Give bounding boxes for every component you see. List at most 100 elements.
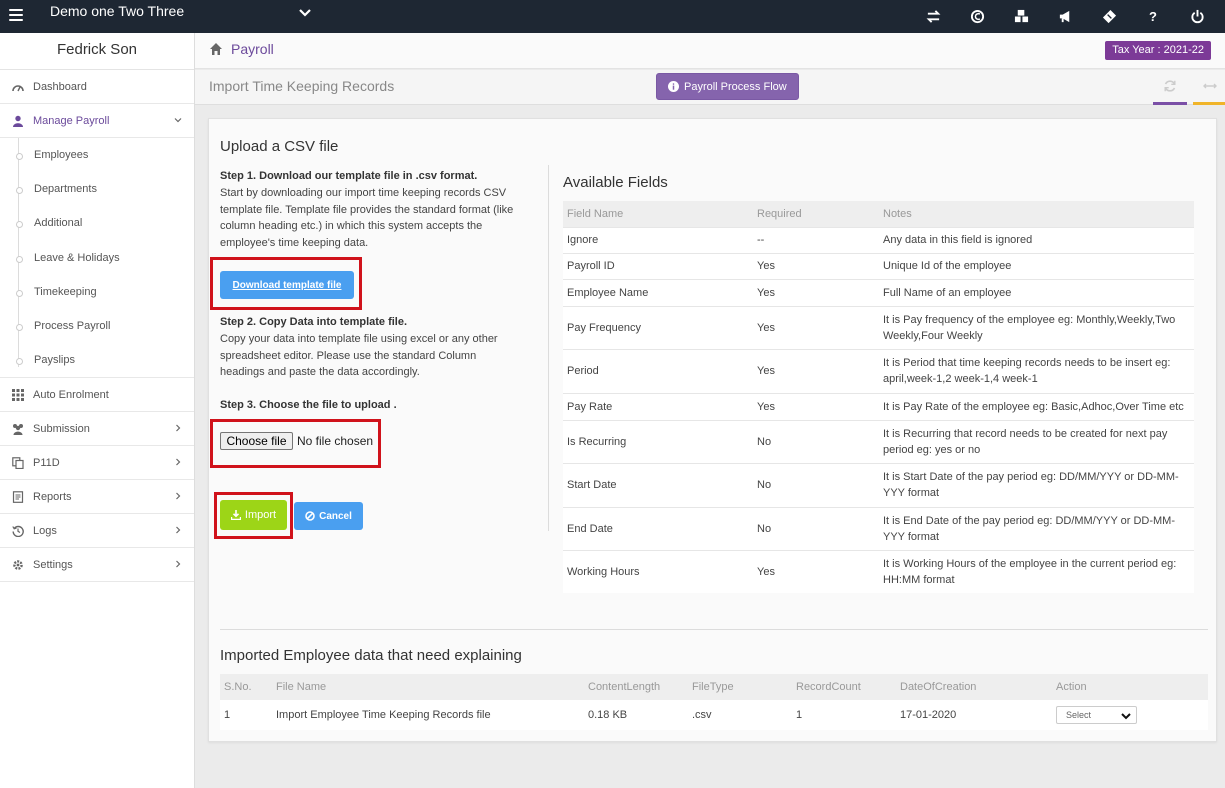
field-required: No — [753, 419, 879, 463]
table-row: Pay Frequency Yes It is Pay frequency of t… — [563, 305, 1194, 349]
chevron-right-icon — [176, 560, 181, 568]
info-icon — [668, 81, 679, 92]
power-icon[interactable] — [1175, 0, 1219, 33]
help-icon[interactable]: ? — [1131, 0, 1175, 33]
user-icon — [11, 114, 25, 127]
field-required: Yes — [753, 348, 879, 393]
cell-record-count: 1 — [792, 700, 896, 730]
field-required: Yes — [753, 549, 879, 593]
choose-file-button[interactable]: Choose file — [220, 432, 293, 450]
sidebar-sub-item-payslips[interactable]: Payslips — [0, 343, 194, 377]
table-row: Pay Rate Yes It is Pay Rate of the employe… — [563, 392, 1194, 420]
sidebar-item-reports[interactable]: Reports — [0, 480, 194, 515]
sidebar-item-manage-payroll[interactable]: Manage Payroll — [0, 104, 194, 138]
import-button[interactable]: Import — [220, 500, 287, 530]
field-notes: It is Period that time keeping records n… — [879, 348, 1194, 393]
sidebar-item-auto-enrolment[interactable]: Auto Enrolment — [0, 378, 194, 413]
sidebar-sub-item-departments[interactable]: Departments — [0, 172, 194, 206]
table-row: Is Recurring No It is Recurring that recor… — [563, 419, 1194, 463]
sidebar-item-label: Settings — [33, 558, 73, 571]
sidebar-item-p11d[interactable]: P11D — [0, 446, 194, 481]
field-name: Payroll ID — [563, 252, 753, 279]
field-name: Working Hours — [563, 549, 753, 593]
sidebar-item-settings[interactable]: Settings — [0, 548, 194, 583]
report-icon — [11, 490, 25, 503]
company-name[interactable]: Demo one Two Three — [50, 3, 184, 19]
cubes-icon[interactable] — [999, 0, 1043, 33]
field-name: Period — [563, 348, 753, 393]
field-required: Yes — [753, 305, 879, 349]
chevron-down-icon[interactable] — [298, 5, 312, 19]
field-name: Pay Rate — [563, 392, 753, 420]
column-header: Action — [1052, 674, 1208, 700]
hamburger-menu-icon[interactable] — [9, 9, 23, 21]
copy-icon — [11, 456, 25, 469]
imported-data-table: S.No. File Name ContentLength FileType R… — [220, 674, 1208, 730]
sidebar-item-label: Auto Enrolment — [33, 388, 109, 401]
chevron-right-icon — [176, 492, 181, 500]
cell-file-type: .csv — [688, 700, 792, 730]
sidebar-item-dashboard[interactable]: Dashboard — [0, 70, 194, 104]
payroll-process-flow-button[interactable]: Payroll Process Flow — [656, 73, 799, 100]
step3-title: Step 3. Choose the file to upload . — [220, 399, 397, 411]
import-card: Upload a CSV file Step 1. Download our t… — [208, 118, 1217, 742]
refresh-tab[interactable] — [1153, 70, 1187, 105]
sidebar-item-label: Dashboard — [33, 80, 87, 93]
action-select[interactable]: Select — [1056, 706, 1137, 724]
sidebar-item-label: Submission — [33, 422, 90, 435]
field-notes: It is Start Date of the pay period eg: D… — [879, 462, 1194, 507]
cell-content-length: 0.18 KB — [584, 700, 688, 730]
column-header: FileType — [688, 674, 792, 700]
dashboard-icon — [11, 80, 25, 93]
ticket-icon[interactable] — [1087, 0, 1131, 33]
megaphone-icon[interactable] — [1043, 0, 1087, 33]
step2-title: Step 2. Copy Data into template file. — [220, 316, 408, 328]
arrows-horizontal-icon — [1203, 83, 1217, 89]
title-bar: Import Time Keeping Records Payroll Proc… — [195, 70, 1225, 105]
transfer-icon[interactable] — [911, 0, 955, 33]
table-row: Working Hours Yes It is Working Hours of t… — [563, 549, 1194, 593]
field-notes: It is Pay frequency of the employee eg: … — [879, 305, 1194, 349]
field-notes: Full Name of an employee — [879, 278, 1194, 306]
sidebar-item-label: P11D — [33, 456, 60, 469]
history-icon — [11, 524, 25, 537]
sidebar-sub-item-employees[interactable]: Employees — [0, 138, 194, 172]
download-template-button[interactable]: Download template file — [220, 271, 354, 299]
chevron-right-icon — [176, 458, 181, 466]
sidebar-item-logs[interactable]: Logs — [0, 514, 194, 549]
sidebar-sub-item-timekeeping[interactable]: Timekeeping — [0, 275, 194, 309]
step1-text: Start by downloading our import time kee… — [220, 187, 514, 249]
sidebar-sub-item-process-payroll[interactable]: Process Payroll — [0, 309, 194, 343]
cell-date-of-creation: 17-01-2020 — [896, 700, 1052, 730]
field-notes: It is Working Hours of the employee in t… — [879, 549, 1194, 593]
field-required: No — [753, 462, 879, 507]
field-required: Yes — [753, 252, 879, 279]
table-row: Employee Name Yes Full Name of an employee — [563, 278, 1194, 306]
gear-icon — [11, 558, 25, 571]
chevron-down-icon — [1121, 713, 1131, 720]
cancel-button[interactable]: Cancel — [294, 502, 363, 530]
home-icon[interactable] — [209, 42, 223, 56]
column-header: Required — [753, 201, 879, 227]
upload-section-title: Upload a CSV file — [220, 138, 339, 155]
table-row: End Date No It is End Date of the pay peri… — [563, 506, 1194, 550]
column-divider — [548, 165, 549, 531]
field-required: No — [753, 506, 879, 550]
field-name: Ignore — [563, 226, 753, 253]
expand-tab[interactable] — [1193, 70, 1225, 105]
users-icon — [11, 422, 25, 435]
cell-sno: 1 — [220, 700, 272, 730]
available-fields-table: Field Name Required Notes Ignore -- Any da… — [563, 201, 1194, 593]
breadcrumb[interactable]: Payroll — [231, 41, 274, 57]
currency-icon[interactable] — [955, 0, 999, 33]
field-required: Yes — [753, 392, 879, 420]
sidebar-item-submission[interactable]: Submission — [0, 412, 194, 447]
sidebar-sub-item-leave-holidays[interactable]: Leave & Holidays — [0, 241, 194, 275]
column-header: S.No. — [220, 674, 272, 700]
step1-title: Step 1. Download our template file in .c… — [220, 170, 478, 182]
chevron-down-icon — [174, 118, 182, 123]
manage-payroll-submenu: Employees Departments Additional Leave &… — [0, 138, 194, 379]
download-icon — [230, 510, 241, 520]
sidebar-sub-item-additional[interactable]: Additional — [0, 206, 194, 240]
refresh-icon — [1164, 80, 1176, 92]
